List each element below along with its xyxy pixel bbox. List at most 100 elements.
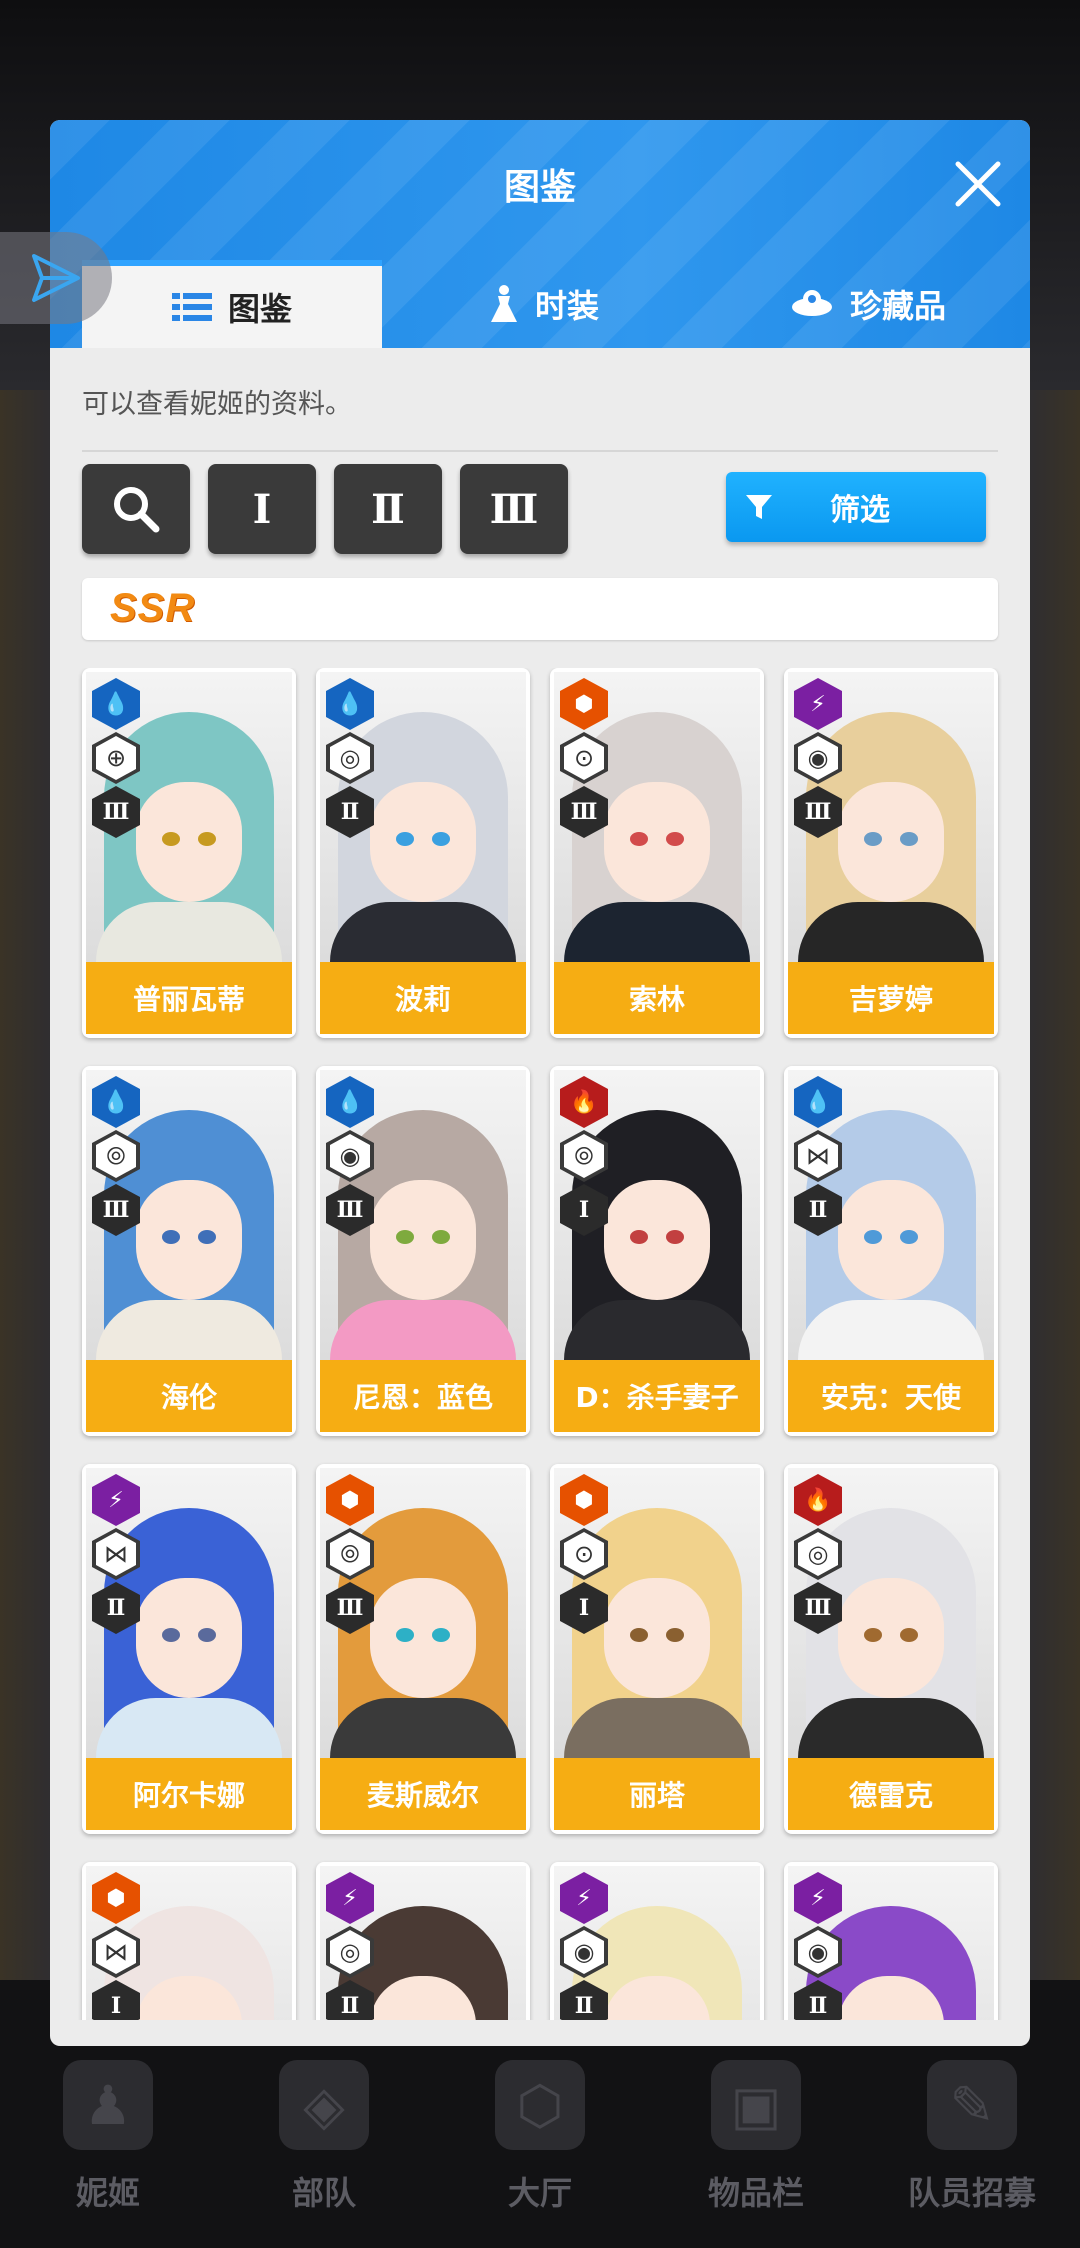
dress-icon bbox=[489, 284, 519, 324]
burst-1-filter-button[interactable]: Ⅰ bbox=[208, 464, 316, 554]
portrait-face bbox=[370, 782, 476, 902]
tab-collection[interactable]: 珍藏品 bbox=[706, 260, 1030, 348]
portrait-eye bbox=[162, 1230, 180, 1244]
portrait-body bbox=[798, 1300, 984, 1360]
character-card[interactable]: ⚡ ◎ Ⅱ bbox=[316, 1862, 530, 2020]
portrait-body bbox=[564, 1300, 750, 1360]
portrait-face bbox=[370, 1180, 476, 1300]
modal-header: 图鉴 图鉴 时装 珍藏品 bbox=[50, 120, 1030, 348]
class-icon-inner: ⊙ bbox=[564, 736, 604, 780]
rarity-label: SSR bbox=[110, 586, 196, 630]
tab-bar: 图鉴 时装 珍藏品 bbox=[50, 260, 1030, 348]
portrait-eye bbox=[864, 1628, 882, 1642]
nav-squad[interactable]: ◈ 部队 bbox=[216, 2040, 432, 2240]
portrait-eye bbox=[396, 1230, 414, 1244]
character-name: 丽塔 bbox=[554, 1758, 760, 1830]
send-button[interactable] bbox=[0, 232, 112, 324]
portrait-face bbox=[370, 1578, 476, 1698]
character-name: 吉萝婷 bbox=[788, 962, 994, 1034]
character-grid: 💧 ⊕ Ⅲ 普丽瓦蒂 💧 ◎ Ⅱ 波莉 ⬢ ⊙ Ⅲ 索林 ⚡ ◉ Ⅲ 吉萝婷 💧 ⦾ Ⅲ 海伦 💧 ◉ Ⅲ 尼恩：蓝色 🔥 ⦾ Ⅰ D… bbox=[50, 668, 1030, 2020]
portrait-eye bbox=[162, 1628, 180, 1642]
character-name: 索林 bbox=[554, 962, 760, 1034]
character-name: 波莉 bbox=[320, 962, 526, 1034]
class-icon-inner: ⋈ bbox=[798, 1134, 838, 1178]
filter-label: 筛选 bbox=[830, 493, 890, 528]
inventory-icon: ▣ bbox=[711, 2060, 801, 2150]
portrait-face bbox=[838, 1180, 944, 1300]
nav-nikke[interactable]: ♟ 妮姬 bbox=[0, 2040, 216, 2240]
character-card[interactable]: 🔥 ◎ Ⅲ 德雷克 bbox=[784, 1464, 998, 1834]
class-icon-inner: ⦾ bbox=[96, 1134, 136, 1178]
portrait-eye bbox=[198, 1230, 216, 1244]
character-card[interactable]: 💧 ◎ Ⅱ 波莉 bbox=[316, 668, 530, 1038]
tab-costume[interactable]: 时装 bbox=[382, 260, 706, 348]
portrait-face bbox=[136, 1180, 242, 1300]
character-card[interactable]: ⬢ ⊙ Ⅲ 索林 bbox=[550, 668, 764, 1038]
portrait-body bbox=[564, 1698, 750, 1758]
character-name: 德雷克 bbox=[788, 1758, 994, 1830]
portrait-body bbox=[798, 902, 984, 962]
nav-label: 物品栏 bbox=[707, 2174, 804, 2212]
nav-inventory[interactable]: ▣ 物品栏 bbox=[648, 2040, 864, 2240]
portrait-eye bbox=[432, 1628, 450, 1642]
class-icon-inner: ◉ bbox=[798, 736, 838, 780]
recruit-icon: ✎ bbox=[927, 2060, 1017, 2150]
rarity-header: SSR bbox=[82, 578, 998, 640]
search-button[interactable] bbox=[82, 464, 190, 554]
portrait-eye bbox=[198, 832, 216, 846]
character-card[interactable]: ⚡ ◉ Ⅱ bbox=[550, 1862, 764, 2020]
tab-label: 图鉴 bbox=[227, 290, 292, 328]
nav-label: 妮姬 bbox=[75, 2174, 140, 2212]
character-card[interactable]: ⬢ ⊙ Ⅰ 丽塔 bbox=[550, 1464, 764, 1834]
character-card[interactable]: 💧 ⊕ Ⅲ 普丽瓦蒂 bbox=[82, 668, 296, 1038]
divider bbox=[82, 450, 998, 452]
burst-3-filter-button[interactable]: Ⅲ bbox=[460, 464, 568, 554]
portrait-eye bbox=[900, 832, 918, 846]
portrait-eye bbox=[396, 832, 414, 846]
filter-button[interactable]: 筛选 bbox=[726, 472, 986, 542]
nikke-icon: ♟ bbox=[63, 2060, 153, 2150]
search-icon bbox=[114, 487, 160, 533]
class-icon-inner: ⦾ bbox=[330, 1532, 370, 1576]
portrait-eye bbox=[666, 1628, 684, 1642]
tab-label: 时装 bbox=[534, 287, 599, 325]
portrait-eye bbox=[630, 1230, 648, 1244]
character-card[interactable]: 🔥 ⦾ Ⅰ D：杀手妻子 bbox=[550, 1066, 764, 1436]
class-icon-inner: ◎ bbox=[330, 1930, 370, 1974]
portrait-eye bbox=[900, 1628, 918, 1642]
close-button[interactable] bbox=[948, 154, 1008, 214]
class-icon-inner: ◎ bbox=[330, 736, 370, 780]
lobby-icon: ⬡ bbox=[495, 2060, 585, 2150]
burst-2-filter-button[interactable]: Ⅱ bbox=[334, 464, 442, 554]
class-icon-inner: ⊙ bbox=[564, 1532, 604, 1576]
nav-recruit[interactable]: ✎ 队员招募 bbox=[864, 2040, 1080, 2240]
character-card[interactable]: 💧 ⋈ Ⅱ 安克：天使 bbox=[784, 1066, 998, 1436]
portrait-eye bbox=[666, 1230, 684, 1244]
portrait-face bbox=[604, 782, 710, 902]
character-name: 尼恩：蓝色 bbox=[320, 1360, 526, 1432]
portrait-face bbox=[838, 1578, 944, 1698]
character-card[interactable]: ⬢ ⋈ Ⅰ bbox=[82, 1862, 296, 2020]
character-card[interactable]: ⚡ ◉ Ⅲ 吉萝婷 bbox=[784, 668, 998, 1038]
portrait-eye bbox=[396, 1628, 414, 1642]
portrait-eye bbox=[162, 832, 180, 846]
portrait-eye bbox=[630, 1628, 648, 1642]
nav-lobby[interactable]: ⬡ 大厅 bbox=[432, 2040, 648, 2240]
class-icon-inner: ⋈ bbox=[96, 1532, 136, 1576]
character-card[interactable]: ⚡ ⋈ Ⅱ 阿尔卡娜 bbox=[82, 1464, 296, 1834]
character-card[interactable]: ⬢ ⦾ Ⅲ 麦斯威尔 bbox=[316, 1464, 530, 1834]
character-name: 海伦 bbox=[86, 1360, 292, 1432]
character-name: 安克：天使 bbox=[788, 1360, 994, 1432]
portrait-body bbox=[96, 902, 282, 962]
portrait-eye bbox=[864, 1230, 882, 1244]
character-name: 阿尔卡娜 bbox=[86, 1758, 292, 1830]
portrait-eye bbox=[864, 832, 882, 846]
class-icon-inner: ◉ bbox=[564, 1930, 604, 1974]
portrait-body bbox=[798, 1698, 984, 1758]
character-card[interactable]: 💧 ◉ Ⅲ 尼恩：蓝色 bbox=[316, 1066, 530, 1436]
character-card[interactable]: ⚡ ◉ Ⅱ bbox=[784, 1862, 998, 2020]
portrait-body bbox=[330, 1698, 516, 1758]
character-card[interactable]: 💧 ⦾ Ⅲ 海伦 bbox=[82, 1066, 296, 1436]
tab-codex[interactable]: 图鉴 bbox=[82, 260, 382, 348]
class-icon-inner: ◉ bbox=[798, 1930, 838, 1974]
